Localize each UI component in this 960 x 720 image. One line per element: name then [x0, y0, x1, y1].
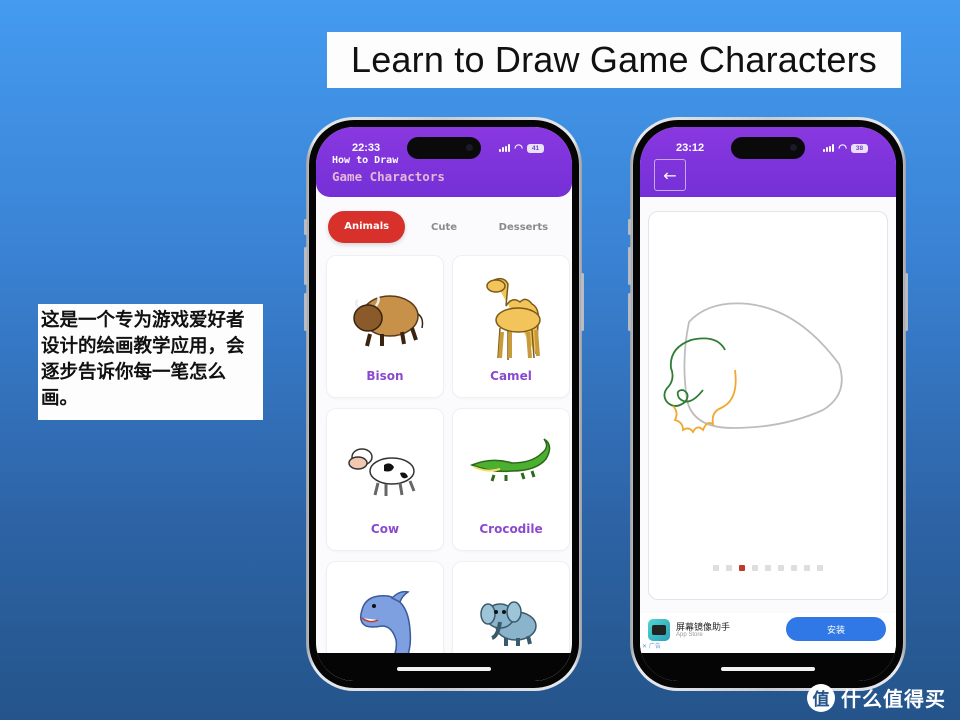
watermark-text: 什么值得买 — [841, 687, 946, 711]
crocodile-icon — [469, 438, 551, 482]
category-tabs: Animals Cute Desserts — [328, 211, 564, 243]
battery-icon: 41 — [527, 143, 544, 153]
header-title: Game Charactors — [332, 169, 445, 184]
watermark: 值 什么值得买 — [807, 683, 946, 712]
slide-title-box: Learn to Draw Game Characters — [327, 32, 901, 88]
back-button[interactable]: ← — [654, 159, 686, 191]
tab-cute[interactable]: Cute — [405, 222, 482, 233]
animal-card-crocodile[interactable]: Crocodile — [452, 408, 570, 551]
card-label: Camel — [490, 369, 532, 383]
volume-down-button — [304, 293, 307, 331]
volume-up-button — [304, 247, 307, 285]
ad-app-store: App Store — [676, 632, 703, 638]
action-button — [628, 219, 631, 235]
action-button — [304, 219, 307, 235]
volume-down-button — [628, 293, 631, 331]
arrow-left-icon: ← — [663, 165, 677, 185]
drawing-canvas[interactable] — [648, 211, 888, 600]
ad-banner[interactable]: 屏幕镜像助手 App Store ✕ 广告 安装 — [640, 613, 896, 653]
ad-close-tag[interactable]: ✕ 广告 — [642, 641, 661, 650]
camel-icon — [486, 277, 541, 360]
slide-title: Learn to Draw Game Characters — [350, 39, 877, 80]
step-indicator — [649, 565, 887, 571]
caption-text: 这是一个专为游戏爱好者设计的绘画教学应用，会逐步告诉你每一笔怎么画。 — [41, 310, 245, 409]
home-indicator-area — [640, 653, 896, 681]
power-button — [905, 273, 908, 331]
step-dot[interactable] — [726, 565, 732, 571]
step-drawing — [663, 302, 843, 434]
card-label: Cow — [370, 522, 400, 536]
cow-icon — [348, 448, 416, 496]
step-dot[interactable] — [765, 565, 771, 571]
battery-icon: 38 — [851, 143, 868, 153]
dynamic-island — [407, 137, 481, 159]
status-time: 23:12 — [676, 142, 705, 154]
wifi-icon: ◠ — [514, 142, 523, 154]
step-dot[interactable] — [713, 565, 719, 571]
card-label: Crocodile — [479, 522, 543, 536]
power-button — [581, 273, 584, 331]
animal-card-camel[interactable]: Camel — [452, 255, 570, 398]
signal-icon — [499, 144, 511, 152]
step-dot[interactable] — [752, 565, 758, 571]
signal-icon — [823, 144, 835, 152]
home-indicator[interactable] — [721, 667, 815, 671]
dynamic-island — [731, 137, 805, 159]
animal-card-bison[interactable]: Bison — [326, 255, 444, 398]
ad-app-icon — [648, 619, 670, 641]
home-screen: 22:33 ◠ 41 How to Draw Game Charactors A… — [316, 127, 572, 681]
outline-stroke — [683, 302, 843, 429]
caption-box: 这是一个专为游戏爱好者设计的绘画教学应用，会逐步告诉你每一笔怎么画。 — [38, 304, 263, 420]
card-label: Bison — [366, 369, 404, 383]
bison-icon — [353, 295, 424, 347]
install-button[interactable]: 安装 — [786, 617, 886, 641]
tab-animals[interactable]: Animals — [328, 211, 406, 243]
phone-left: 22:33 ◠ 41 How to Draw Game Charactors A… — [304, 117, 584, 691]
step-dot[interactable] — [804, 565, 810, 571]
step-dot[interactable] — [817, 565, 823, 571]
wifi-icon: ◠ — [838, 142, 847, 154]
drawing-screen: 23:12 ◠ 38 ← 屏幕镜像助手 App Store ✕ 广告 安装 — [640, 127, 896, 681]
head-stroke-green — [663, 337, 726, 407]
home-indicator[interactable] — [397, 667, 491, 671]
status-time: 22:33 — [352, 142, 381, 154]
home-indicator-area — [316, 653, 572, 681]
animal-grid: Bison Camel Cow Crocodile — [326, 255, 570, 681]
animal-card-cow[interactable]: Cow — [326, 408, 444, 551]
step-dot-active[interactable] — [739, 565, 745, 571]
volume-up-button — [628, 247, 631, 285]
smzdm-logo-icon: 值 — [807, 683, 835, 712]
phone-right: 23:12 ◠ 38 ← 屏幕镜像助手 App Store ✕ 广告 安装 — [628, 117, 908, 691]
step-dot[interactable] — [778, 565, 784, 571]
tab-desserts[interactable]: Desserts — [483, 222, 564, 233]
step-dot[interactable] — [791, 565, 797, 571]
